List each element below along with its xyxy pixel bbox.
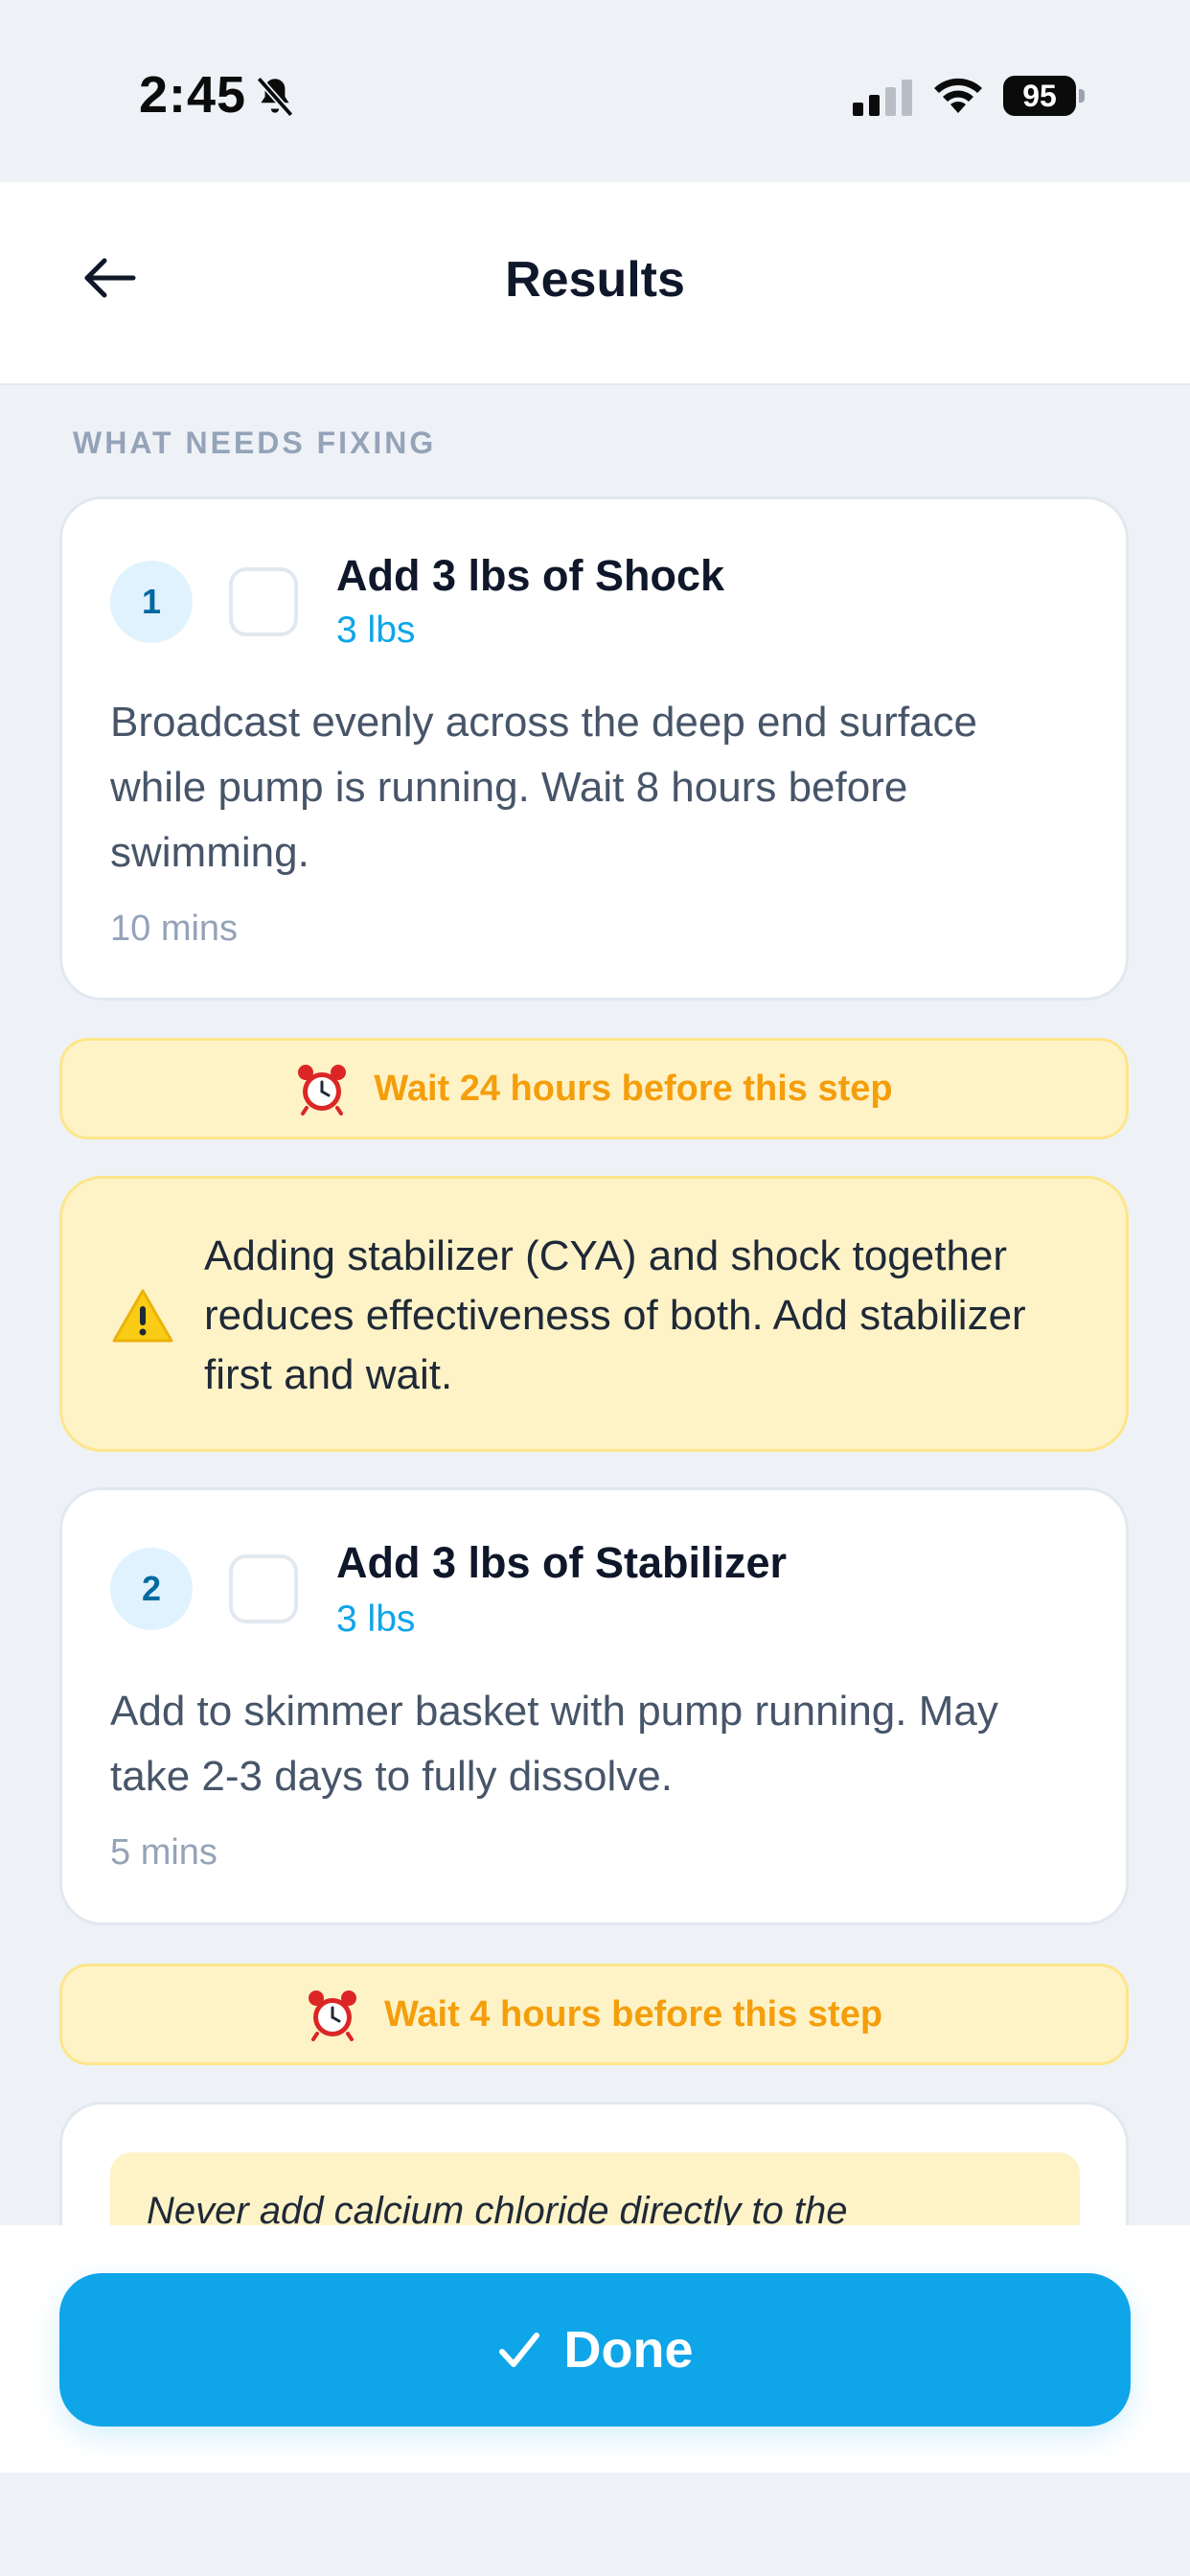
wait-banner: Wait 24 hours before this step: [59, 1038, 1129, 1139]
step-duration: 10 mins: [110, 908, 239, 949]
page-title: Results: [505, 252, 685, 308]
wait-text: Wait 4 hours before this step: [383, 1993, 883, 2035]
battery-cap: [1079, 89, 1085, 103]
alarm-clock-icon: [308, 1990, 356, 2041]
status-time: 2:45: [139, 66, 247, 124]
step-title: Add 3 lbs of Shock: [336, 551, 725, 600]
step-title: Add 3 lbs of Stabilizer: [336, 1538, 788, 1587]
step-card-1: 1 Add 3 lbs of Shock 3 lbs Broadcast eve…: [59, 496, 1129, 1000]
wait-banner: Wait 4 hours before this step: [59, 1964, 1129, 2065]
step-checkbox[interactable]: [229, 567, 298, 636]
step-quantity: 3 lbs: [336, 610, 416, 651]
bell-slash-icon: [256, 76, 294, 118]
home-indicator-area: [0, 2472, 1190, 2576]
step-checkbox[interactable]: [229, 1554, 298, 1623]
wifi-icon: [934, 78, 982, 113]
warning-text: Adding stabilizer (CYA) and shock togeth…: [204, 1232, 1026, 1398]
done-button[interactable]: Done: [59, 2273, 1131, 2426]
step-description: Broadcast evenly across the deep end sur…: [110, 699, 977, 876]
done-button-label: Done: [563, 2321, 694, 2379]
bottom-action-bar: Done: [0, 2225, 1190, 2472]
step-number: 1: [110, 561, 193, 643]
section-label: WHAT NEEDS FIXING: [73, 426, 437, 460]
wait-text: Wait 24 hours before this step: [374, 1068, 893, 1109]
cellular-signal-icon: [853, 80, 912, 116]
step-description: Add to skimmer basket with pump running.…: [110, 1688, 998, 1800]
step-duration: 5 mins: [110, 1832, 217, 1873]
status-bar: 2:45 95: [0, 0, 1190, 182]
battery-icon: 95: [1003, 76, 1086, 116]
step-number: 2: [110, 1548, 193, 1630]
header: Results: [0, 182, 1190, 385]
battery-level: 95: [1003, 76, 1076, 116]
alarm-clock-icon: [298, 1065, 347, 1116]
step-quantity: 3 lbs: [336, 1598, 416, 1640]
step-card-2: 2 Add 3 lbs of Stabilizer 3 lbs Add to s…: [59, 1487, 1129, 1925]
warning-box: Adding stabilizer (CYA) and shock togeth…: [59, 1176, 1129, 1452]
checkmark-icon: [498, 2333, 539, 2367]
warning-triangle-icon: [112, 1289, 173, 1343]
